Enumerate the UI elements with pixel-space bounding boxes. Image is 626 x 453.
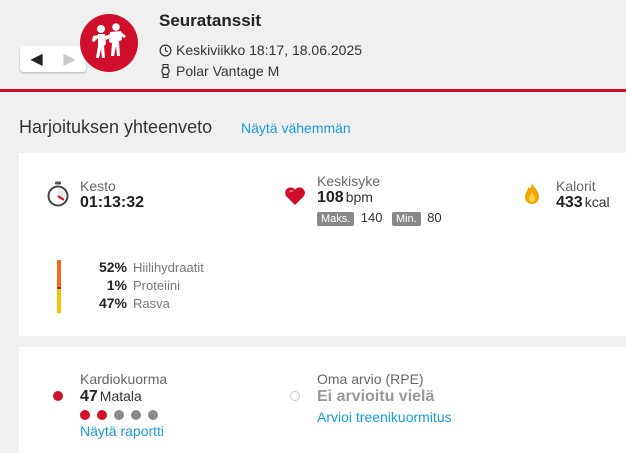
rpe-label: Oma arvio (RPE) [317, 371, 424, 387]
stopwatch-icon [46, 181, 70, 212]
calories-stat: Kalorit 433 kcal [556, 178, 610, 212]
level-dot [97, 410, 107, 420]
rpe-stat: Oma arvio (RPE) Ei arvioitu vielä Arvioi… [317, 371, 452, 425]
header-accent-line [0, 89, 626, 92]
min-badge: Min. [391, 212, 421, 226]
level-dot [80, 410, 90, 420]
calories-unit: kcal [584, 194, 610, 210]
macro-row-carbs: 52% Hiilihydraatit [97, 259, 204, 275]
heart-rate-value: 108 [317, 189, 344, 206]
level-dot [148, 410, 158, 420]
header: ◀ ▶ Seuratanssit Keskiviikko 18:17, 18.0… [0, 0, 626, 93]
macro-pct-protein: 1% [106, 277, 127, 293]
cardio-load-indicator [53, 391, 63, 401]
workout-title: Seuratanssit [159, 11, 262, 30]
level-dot [114, 410, 124, 420]
clock-icon [159, 44, 172, 56]
previous-workout-button[interactable]: ◀ [20, 46, 53, 72]
min-heart-rate: 80 [427, 210, 442, 225]
max-badge: Maks. [317, 212, 355, 226]
dance-icon [80, 14, 138, 72]
calories-value: 433 [556, 194, 583, 211]
macro-pct-fat: 47% [98, 295, 127, 311]
arrow-right-icon: ▶ [63, 51, 76, 68]
summary-title: Harjoituksen yhteenveto [19, 117, 213, 137]
macro-row-fat: 47% Rasva [97, 295, 170, 311]
duration-stat: Kesto 01:13:32 [80, 178, 144, 212]
macro-bar-fat [57, 288, 61, 313]
summary-card: Kesto 01:13:32 Keskisyke 108 bpm Maks. 14… [19, 153, 626, 336]
workout-datetime: Keskiviikko 18:17, 18.06.2025 [159, 42, 362, 58]
workout-navigation: ◀ ▶ [20, 46, 86, 72]
macro-name-protein: Proteiini [133, 278, 180, 293]
max-heart-rate: 140 [360, 210, 383, 225]
duration-value: 01:13:32 [80, 194, 145, 211]
show-less-link[interactable]: Näytä vähemmän [241, 120, 351, 136]
flame-icon [524, 182, 540, 211]
rate-training-load-link[interactable]: Arvioi treenikuormitus [317, 409, 452, 425]
training-load-card: Kardiokuorma 47 Matala Näytä raportti Oma… [19, 347, 626, 453]
level-dot [131, 410, 141, 420]
heart-rate-label: Keskisyke [317, 173, 381, 189]
heart-icon [284, 186, 306, 211]
cardio-load-level-dots [80, 410, 167, 420]
show-report-link[interactable]: Näytä raportti [80, 423, 167, 439]
watch-icon [161, 64, 170, 78]
rpe-value: Ei arvioitu vielä [317, 388, 435, 405]
cardio-load-stat: Kardiokuorma 47 Matala Näytä raportti [80, 371, 167, 439]
macro-bar-carbs [57, 260, 61, 288]
macro-name-carbs: Hiilihydraatit [133, 260, 204, 275]
heart-rate-stat: Keskisyke 108 bpm Maks. 140 Min. 80 [317, 173, 447, 227]
macro-row-protein: 1% Proteiini [97, 277, 180, 293]
datetime-text: Keskiviikko 18:17, 18.06.2025 [176, 42, 363, 58]
macro-name-fat: Rasva [133, 296, 170, 311]
calories-label: Kalorit [556, 178, 596, 194]
rpe-indicator [290, 391, 300, 401]
device-text: Polar Vantage M [176, 63, 280, 79]
macro-pct-carbs: 52% [98, 259, 127, 275]
cardio-load-value: 47 [80, 388, 98, 405]
arrow-left-icon: ◀ [30, 51, 43, 68]
heart-rate-unit: bpm [345, 189, 373, 205]
cardio-load-level: Matala [99, 388, 142, 404]
cardio-load-label: Kardiokuorma [80, 371, 168, 387]
workout-device: Polar Vantage M [159, 63, 279, 79]
duration-label: Kesto [80, 178, 116, 194]
